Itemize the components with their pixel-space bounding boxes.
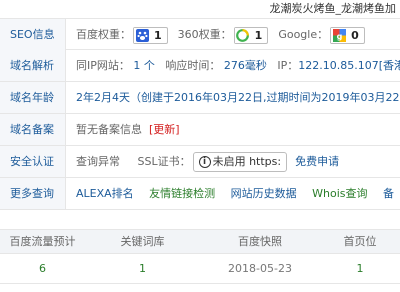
- dns-row: 域名解析 同IP网站： 1 个 响应时间： 276毫秒 IP：122.10.85…: [0, 50, 400, 82]
- ssl-status-box[interactable]: i 未启用 https:: [192, 152, 288, 172]
- 360-weight-label: 360权重：: [177, 28, 232, 41]
- svg-text:g: g: [336, 32, 342, 41]
- security-check-status: 查询异常: [76, 155, 120, 168]
- site-history-link[interactable]: 网站历史数据: [231, 187, 297, 200]
- traffic-stats-table: 百度流量预计 关键词库 百度快照 首页位 6 1 2018-05-23 1: [0, 229, 400, 284]
- google-pr-value: 0: [351, 28, 359, 42]
- 360-weight-value: 1: [254, 28, 263, 42]
- icp-query-link[interactable]: 备: [383, 187, 394, 200]
- stats-header-snapshot: 百度快照: [238, 235, 282, 248]
- stats-header-traffic: 百度流量预计: [9, 235, 76, 248]
- site-info-table: SEO信息 百度权重： 1 360权重： 1 Google： g 0 域名解析 同IP网站：…: [0, 18, 400, 210]
- stats-keywords-value[interactable]: 1: [85, 254, 200, 284]
- domain-age-label: 域名年龄: [0, 82, 66, 113]
- baidu-weight-badge[interactable]: 1: [133, 26, 168, 44]
- seo-row: SEO信息 百度权重： 1 360权重： 1 Google： g 0: [0, 18, 400, 50]
- stats-value-row: 6 1 2018-05-23 1: [0, 254, 400, 284]
- same-ip-link[interactable]: 1 个: [133, 59, 155, 72]
- alexa-rank-link[interactable]: ALEXA排名: [76, 187, 134, 200]
- dns-content: 同IP网站： 1 个 响应时间： 276毫秒 IP：122.10.85.107[…: [66, 50, 400, 81]
- google-logo-icon: g: [331, 27, 348, 43]
- free-apply-link[interactable]: 免费申请: [295, 155, 339, 168]
- domain-age-value[interactable]: 2年2月4天（创建于2016年03月22日,过期时间为2019年03月22日）: [76, 91, 400, 104]
- icp-value: 暂无备案信息: [76, 123, 142, 136]
- google-pr-label: Google：: [278, 28, 329, 41]
- dns-label: 域名解析: [0, 50, 66, 81]
- top-bar: 龙潮炭火烤鱼_龙潮烤鱼加: [0, 0, 400, 18]
- stats-homepage-rank-value[interactable]: 1: [320, 254, 400, 284]
- stats-traffic-value[interactable]: 6: [0, 254, 85, 284]
- response-time-label: 响应时间：: [165, 59, 221, 72]
- site-title: 龙潮炭火烤鱼_龙潮烤鱼加: [269, 2, 397, 15]
- ssl-label: SSL证书：: [137, 155, 191, 168]
- security-label: 安全认证: [0, 146, 66, 177]
- stats-header-homepage-rank: 首页位: [343, 235, 377, 248]
- response-time-value: 276毫秒: [223, 59, 267, 72]
- icp-refresh-link[interactable]: [更新]: [149, 123, 180, 136]
- security-content: 查询异常 SSL证书： i 未启用 https: 免费申请: [66, 146, 400, 177]
- icp-row: 域名备案 暂无备案信息 [更新]: [0, 114, 400, 146]
- ssl-status-text: 未启用 https:: [212, 155, 282, 168]
- info-icon: i: [198, 156, 211, 168]
- same-ip-label: 同IP网站：: [76, 59, 130, 72]
- seo-content: 百度权重： 1 360权重： 1 Google： g 0: [66, 19, 400, 50]
- baidu-weight-value: 1: [154, 28, 162, 42]
- google-pr-badge[interactable]: g0: [330, 26, 365, 44]
- ip-link[interactable]: 122.10.85.107[香港]: [298, 59, 400, 72]
- baidu-paw-icon: [134, 27, 150, 43]
- more-queries-row: 更多查询 ALEXA排名 友情链接检测 网站历史数据 Whois查询 备: [0, 178, 400, 210]
- security-row: 安全认证 查询异常 SSL证书： i 未启用 https: 免费申请: [0, 146, 400, 178]
- domain-age-row: 域名年龄 2年2月4天（创建于2016年03月22日,过期时间为2019年03月…: [0, 82, 400, 114]
- baidu-weight-label: 百度权重：: [76, 28, 131, 41]
- 360-logo-icon: [234, 27, 251, 43]
- whois-query-link[interactable]: Whois查询: [312, 187, 367, 200]
- stats-snapshot-value: 2018-05-23: [228, 262, 292, 275]
- more-queries-content: ALEXA排名 友情链接检测 网站历史数据 Whois查询 备: [66, 178, 400, 209]
- friend-link-check-link[interactable]: 友情链接检测: [149, 187, 215, 200]
- 360-weight-badge[interactable]: 1: [233, 26, 269, 44]
- stats-header-row: 百度流量预计 关键词库 百度快照 首页位: [0, 229, 400, 254]
- seo-label: SEO信息: [0, 19, 66, 50]
- icp-content: 暂无备案信息 [更新]: [66, 114, 400, 145]
- icp-label: 域名备案: [0, 114, 66, 145]
- ip-label: IP：: [277, 59, 299, 72]
- domain-age-content: 2年2月4天（创建于2016年03月22日,过期时间为2019年03月22日）: [66, 82, 400, 113]
- more-queries-label: 更多查询: [0, 178, 66, 209]
- stats-header-keywords: 关键词库: [120, 235, 165, 248]
